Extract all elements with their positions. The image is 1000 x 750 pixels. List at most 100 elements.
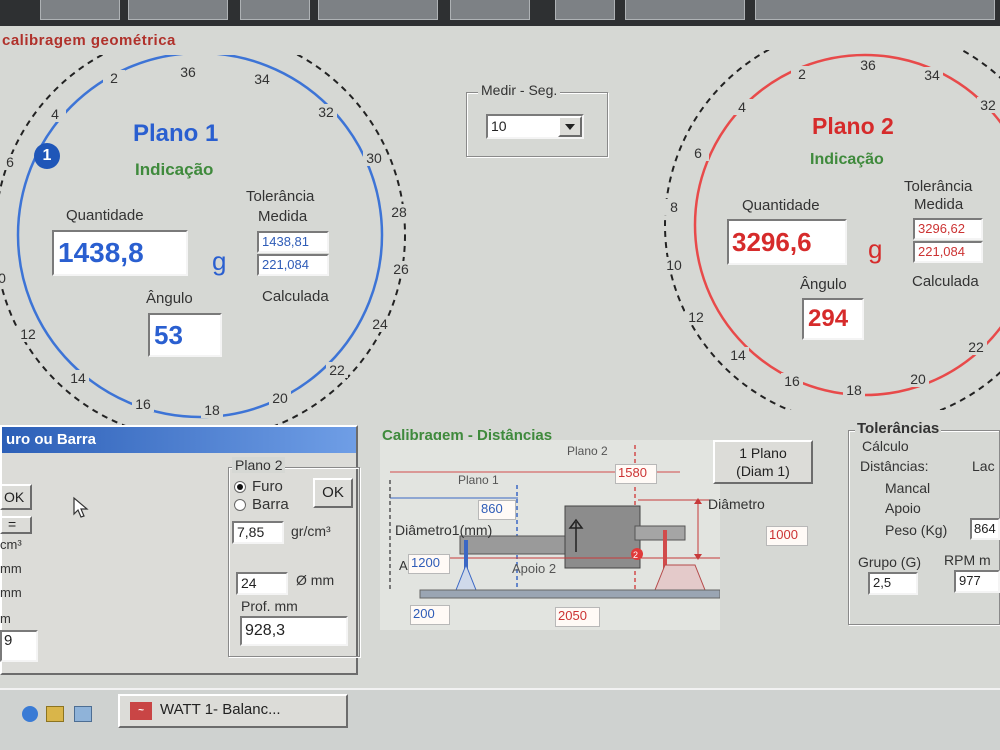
taskbar-watt-label: WATT 1- Balanc... [160, 701, 281, 718]
plano1-indicacao: Indicação [135, 160, 214, 179]
plano1-marker: 1 [34, 143, 60, 169]
radio-furo-label: Furo [252, 478, 283, 495]
dist-860-field[interactable]: 860 [478, 500, 516, 520]
top-button-3[interactable] [240, 0, 310, 20]
dist-200-field[interactable]: 200 [410, 605, 450, 625]
unit-label-2: mm [0, 561, 22, 576]
top-button-6[interactable] [555, 0, 615, 20]
dial-scale-label: 20 [910, 371, 926, 387]
plano2-calculada-field: 221,084 [913, 241, 983, 263]
dial-scale-label: 4 [51, 106, 59, 122]
tol-apoio: Apoio [885, 500, 921, 516]
prof-field[interactable]: 928,3 [240, 616, 348, 646]
plano1-title: Plano 1 [133, 120, 219, 147]
top-button-4[interactable] [318, 0, 438, 20]
tol-calculo: Cálculo [862, 438, 909, 454]
dialog-title: uro ou Barra [2, 427, 356, 453]
ok-button[interactable]: OK [313, 478, 353, 508]
plano1-quantidade-label: Quantidade [66, 207, 144, 224]
diam1-label: Diâmetro1(mm) [395, 522, 493, 538]
folder-icon[interactable] [46, 706, 64, 722]
svg-text:2: 2 [633, 550, 638, 560]
dial-scale-label: 36 [180, 64, 196, 80]
diametro-label: Diâmetro [708, 496, 765, 512]
medir-select[interactable]: 10 [486, 114, 584, 139]
dist-1580-field[interactable]: 1580 [615, 464, 657, 484]
plano1-quantidade-field: 1438,8 [52, 230, 188, 276]
desktop-icon[interactable] [74, 706, 92, 722]
density-unit: gr/cm³ [291, 523, 331, 539]
dial-scale-label: 22 [329, 362, 345, 378]
tol-peso-label: Peso (Kg) [885, 522, 948, 538]
plano2-quantidade-field: 3296,6 [727, 219, 847, 265]
dial-scale-label: 4 [738, 99, 746, 115]
top-button-7[interactable] [625, 0, 745, 20]
dial-scale-label: 6 [6, 154, 14, 170]
top-button-8[interactable] [755, 0, 995, 20]
dial-scale-label: 30 [366, 150, 382, 166]
dial-scale-label: 10 [666, 257, 682, 273]
dial-scale-label: 26 [393, 261, 409, 277]
dial-scale-label: 28 [391, 204, 407, 220]
radio-barra[interactable] [234, 499, 246, 511]
dial-scale-label: 6 [694, 145, 702, 161]
plano2-group-title: Plano 2 [232, 457, 286, 473]
ok-left-button[interactable]: OK [0, 484, 32, 510]
left-field[interactable]: 9 [0, 630, 38, 662]
plano2-calculada-label: Calculada [912, 273, 979, 290]
um-plano-button[interactable]: 1 Plano (Diam 1) [713, 440, 813, 484]
tol-title: Tolerâncias [855, 420, 942, 437]
tol-rpm-field[interactable]: 977 [954, 570, 1000, 593]
plano2-medida-label: Medida [914, 196, 964, 213]
unit-label-3: mm [0, 585, 22, 600]
plano1-angulo-label: Ângulo [146, 290, 193, 307]
dist-2050-field[interactable]: 2050 [555, 607, 600, 627]
dial-scale-label: 34 [254, 71, 270, 87]
dial-scale-label: 14 [70, 370, 86, 386]
top-button-5[interactable] [450, 0, 530, 20]
dial-scale-label: 36 [860, 57, 876, 73]
diameter-unit: Ø mm [296, 572, 335, 588]
diam1-btn-label: (Diam 1) [736, 463, 790, 479]
plano2-tolerancia-label: Tolerância [904, 178, 973, 195]
dial-scale-label: 14 [730, 347, 746, 363]
diameter-field[interactable]: 24 [236, 572, 288, 595]
radio-barra-label: Barra [252, 496, 289, 513]
panel-title: calibragem geométrica [2, 32, 176, 49]
radio-furo[interactable] [234, 481, 246, 493]
dist-1000-field[interactable]: 1000 [766, 526, 808, 546]
chevron-down-icon[interactable] [558, 116, 582, 137]
top-button-1[interactable] [40, 0, 120, 20]
plano2-angulo-label: Ângulo [800, 276, 847, 293]
medir-select-value: 10 [491, 118, 507, 134]
dial-scale-label: 2 [798, 66, 806, 82]
dial-scale-label: 20 [272, 390, 288, 406]
dial-scale-label: 34 [924, 67, 940, 83]
dial-scale-label: 18 [846, 382, 862, 398]
apoio2-label: Apoio 2 [512, 561, 557, 576]
dial-scale-label: 16 [784, 373, 800, 389]
equals-button[interactable]: = [0, 516, 32, 534]
plano1-angulo-field: 53 [148, 313, 222, 357]
density-field[interactable]: 7,85 [232, 521, 284, 544]
taskbar-watt-button[interactable]: ~ WATT 1- Balanc... [118, 694, 348, 728]
tol-rpm-label: RPM m [944, 552, 991, 568]
tol-lac: Lac [972, 458, 995, 474]
dial-scale-label: 32 [980, 97, 996, 113]
plano1-calculada-label: Calculada [262, 288, 329, 305]
dial-scale-label: 22 [968, 339, 984, 355]
dial-scale-label: 32 [318, 104, 334, 120]
dist-plano1-label: Plano 1 [458, 473, 499, 487]
ie-icon[interactable] [22, 706, 38, 722]
dial-scale-label: 12 [688, 309, 704, 325]
plano1-tolerancia-label: Tolerância [246, 188, 315, 205]
dist-1200-field[interactable]: 1200 [408, 554, 450, 574]
tol-grupo-field[interactable]: 2,5 [868, 572, 918, 595]
top-button-2[interactable] [128, 0, 228, 20]
plano2-medida-field: 3296,62 [913, 218, 983, 240]
dial-scale-label: 8 [670, 199, 678, 215]
app-icon: ~ [130, 702, 152, 720]
taskbar: ~ WATT 1- Balanc... [0, 688, 1000, 750]
tol-peso-field[interactable]: 864 [970, 518, 1000, 540]
plano1-unit: g [212, 246, 227, 276]
